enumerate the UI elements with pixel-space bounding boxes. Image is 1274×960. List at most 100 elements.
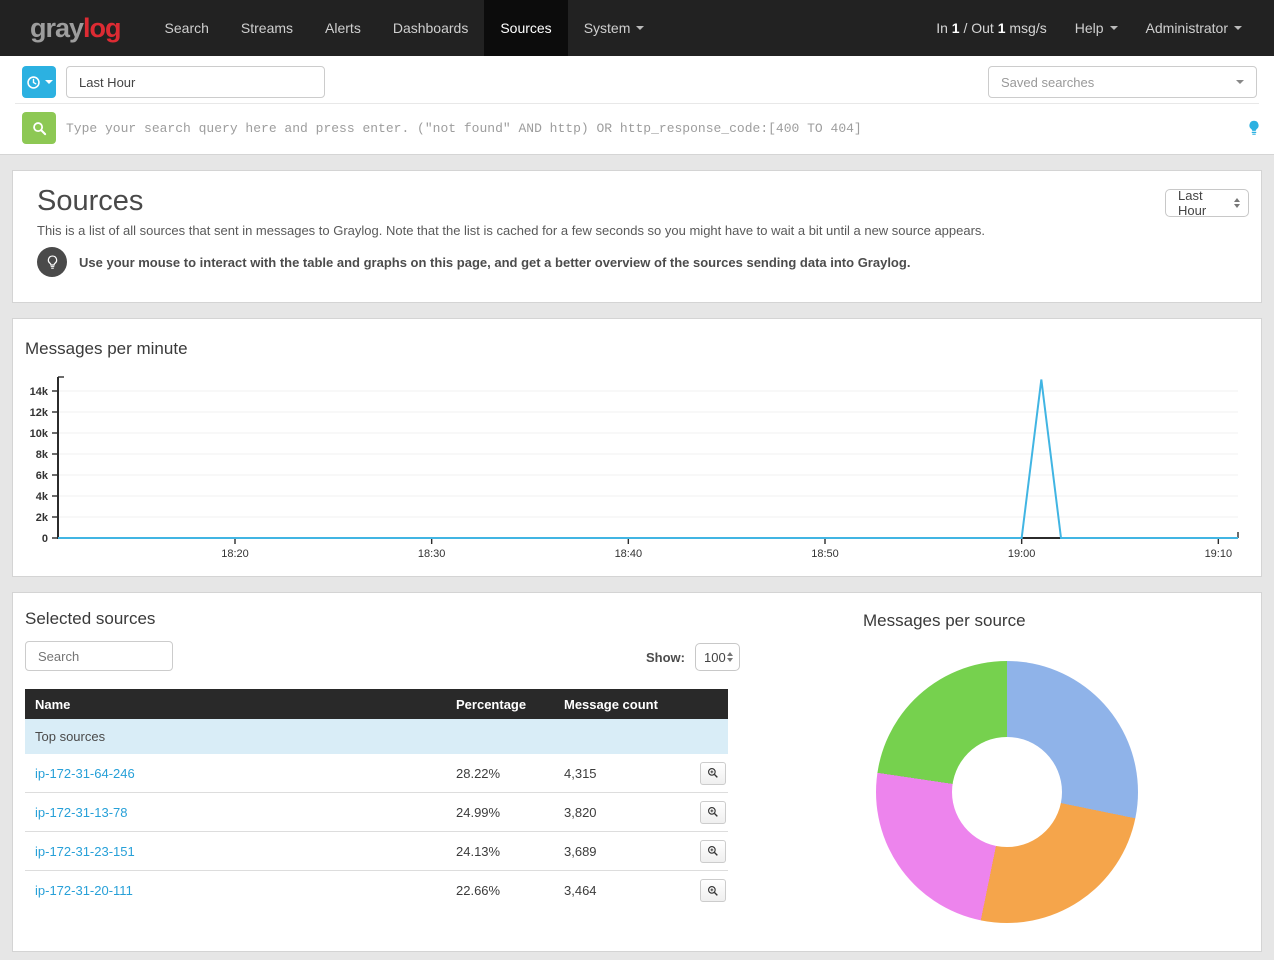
zoom-in-source-button[interactable] xyxy=(700,879,726,902)
svg-text:18:20: 18:20 xyxy=(221,548,249,560)
show-count-group: Show: 100 xyxy=(631,643,740,671)
source-percentage: 22.66% xyxy=(456,883,564,898)
throughput-out-label: / Out xyxy=(960,20,998,36)
nav-item-label: Streams xyxy=(241,20,293,36)
zoom-in-source-button[interactable] xyxy=(700,801,726,824)
nav-menu: Search Streams Alerts Dashboards Sources… xyxy=(149,0,661,56)
svg-text:19:00: 19:00 xyxy=(1008,548,1036,560)
svg-text:10k: 10k xyxy=(30,428,49,440)
source-percentage: 28.22% xyxy=(456,766,564,781)
timerange-select-value: Last Hour xyxy=(1178,188,1234,218)
show-label: Show: xyxy=(646,650,685,665)
table-row: ip-172-31-23-151 24.13% 3,689 xyxy=(25,832,728,871)
zoom-in-source-button[interactable] xyxy=(700,762,726,785)
nav-item-label: Search xyxy=(165,20,209,36)
svg-text:18:40: 18:40 xyxy=(615,548,643,560)
chevron-down-icon xyxy=(1236,80,1244,84)
logo-log-text: log xyxy=(83,13,121,44)
svg-text:12k: 12k xyxy=(30,407,49,419)
graylog-logo[interactable]: graylog xyxy=(0,0,149,56)
tip-text: Use your mouse to interact with the tabl… xyxy=(79,255,910,270)
sources-filter-input[interactable] xyxy=(25,641,173,671)
search-bar-panel: Saved searches xyxy=(0,56,1274,155)
table-row: ip-172-31-13-78 24.99% 3,820 xyxy=(25,793,728,832)
svg-text:8k: 8k xyxy=(36,449,49,461)
throughput-out-value: 1 xyxy=(998,20,1006,36)
source-link[interactable]: ip-172-31-13-78 xyxy=(35,805,128,820)
top-navbar: graylog Search Streams Alerts Dashboards… xyxy=(0,0,1274,56)
svg-text:2k: 2k xyxy=(36,512,49,524)
timerange-input[interactable] xyxy=(66,66,325,98)
svg-text:0: 0 xyxy=(42,533,48,545)
svg-text:4k: 4k xyxy=(36,491,49,503)
zoom-in-icon xyxy=(707,885,719,897)
timerange-dropdown-button[interactable] xyxy=(22,66,56,98)
page-title: Sources xyxy=(37,185,143,218)
source-link[interactable]: ip-172-31-64-246 xyxy=(35,766,135,781)
nav-item-system[interactable]: System xyxy=(568,0,661,56)
svg-text:6k: 6k xyxy=(36,470,49,482)
zoom-in-icon xyxy=(707,845,719,857)
table-header-row: Name Percentage Message count xyxy=(25,689,728,719)
timerange-select[interactable]: Last Hour xyxy=(1165,189,1249,217)
source-message-count: 3,464 xyxy=(564,883,680,898)
table-row: ip-172-31-64-246 28.22% 4,315 xyxy=(25,754,728,793)
nav-item-alerts[interactable]: Alerts xyxy=(309,0,377,56)
nav-item-search[interactable]: Search xyxy=(149,0,225,56)
select-arrows-icon xyxy=(1234,198,1240,208)
messages-per-minute-chart[interactable]: 0 2k 4k 6k 8k 10k 12k 14k 18:20 18:30 18:40 18:50 19… xyxy=(13,359,1263,574)
nav-right-section: In 1 / Out 1 msg/s Help Administrator xyxy=(922,0,1274,56)
chevron-down-icon xyxy=(1234,26,1242,30)
sources-table: Name Percentage Message count Top source… xyxy=(25,689,728,910)
show-count-select[interactable]: 100 xyxy=(695,643,740,671)
throughput-in-label: In xyxy=(936,20,952,36)
user-menu[interactable]: Administrator xyxy=(1132,0,1256,56)
messages-per-minute-panel: Messages per minute 02k4k6k8k10k12k14k18… xyxy=(12,318,1262,577)
source-message-count: 4,315 xyxy=(564,766,680,781)
nav-item-sources[interactable]: Sources xyxy=(484,0,567,56)
chevron-down-icon xyxy=(45,80,53,84)
svg-text:18:30: 18:30 xyxy=(418,548,446,560)
source-link[interactable]: ip-172-31-23-151 xyxy=(35,844,135,859)
zoom-in-icon xyxy=(707,767,719,779)
messages-per-source-donut[interactable] xyxy=(876,661,1138,923)
messages-per-source-title: Messages per source xyxy=(863,611,1026,631)
help-menu[interactable]: Help xyxy=(1061,0,1132,56)
tip-row: Use your mouse to interact with the tabl… xyxy=(37,247,910,277)
select-arrows-icon xyxy=(727,652,733,662)
sources-header-panel: Sources This is a list of all sources th… xyxy=(12,170,1262,303)
nav-item-label: System xyxy=(584,20,631,36)
tip-bulb-badge xyxy=(37,247,67,277)
nav-item-label: Sources xyxy=(500,20,551,36)
source-message-count: 3,820 xyxy=(564,805,680,820)
sources-detail-panel: Selected sources Show: 100 Name Percenta… xyxy=(12,592,1262,952)
search-query-input[interactable] xyxy=(66,112,1226,144)
source-percentage: 24.99% xyxy=(456,805,564,820)
user-label: Administrator xyxy=(1146,20,1228,36)
svg-text:19:10: 19:10 xyxy=(1205,548,1233,560)
saved-searches-dropdown[interactable]: Saved searches xyxy=(988,66,1257,98)
selected-sources-title: Selected sources xyxy=(25,609,155,629)
table-section-row: Top sources xyxy=(25,719,728,754)
svg-text:14k: 14k xyxy=(30,386,49,398)
column-header-percentage: Percentage xyxy=(456,697,564,712)
logo-gray-text: gray xyxy=(30,13,83,44)
zoom-in-source-button[interactable] xyxy=(700,840,726,863)
nav-item-streams[interactable]: Streams xyxy=(225,0,309,56)
svg-text:18:50: 18:50 xyxy=(811,548,839,560)
source-link[interactable]: ip-172-31-20-111 xyxy=(35,883,133,898)
nav-item-label: Dashboards xyxy=(393,20,469,36)
source-percentage: 24.13% xyxy=(456,844,564,859)
saved-searches-label: Saved searches xyxy=(1001,75,1094,90)
section-label: Top sources xyxy=(25,729,728,744)
lightbulb-icon xyxy=(1248,120,1260,136)
nav-item-dashboards[interactable]: Dashboards xyxy=(377,0,485,56)
throughput-unit: msg/s xyxy=(1006,20,1047,36)
table-row: ip-172-31-20-111 22.66% 3,464 xyxy=(25,871,728,910)
throughput-indicator: In 1 / Out 1 msg/s xyxy=(922,0,1061,56)
chevron-down-icon xyxy=(636,26,644,30)
donut-hole xyxy=(952,737,1062,847)
source-message-count: 3,689 xyxy=(564,844,680,859)
search-button[interactable] xyxy=(22,112,56,144)
column-header-name: Name xyxy=(25,697,456,712)
